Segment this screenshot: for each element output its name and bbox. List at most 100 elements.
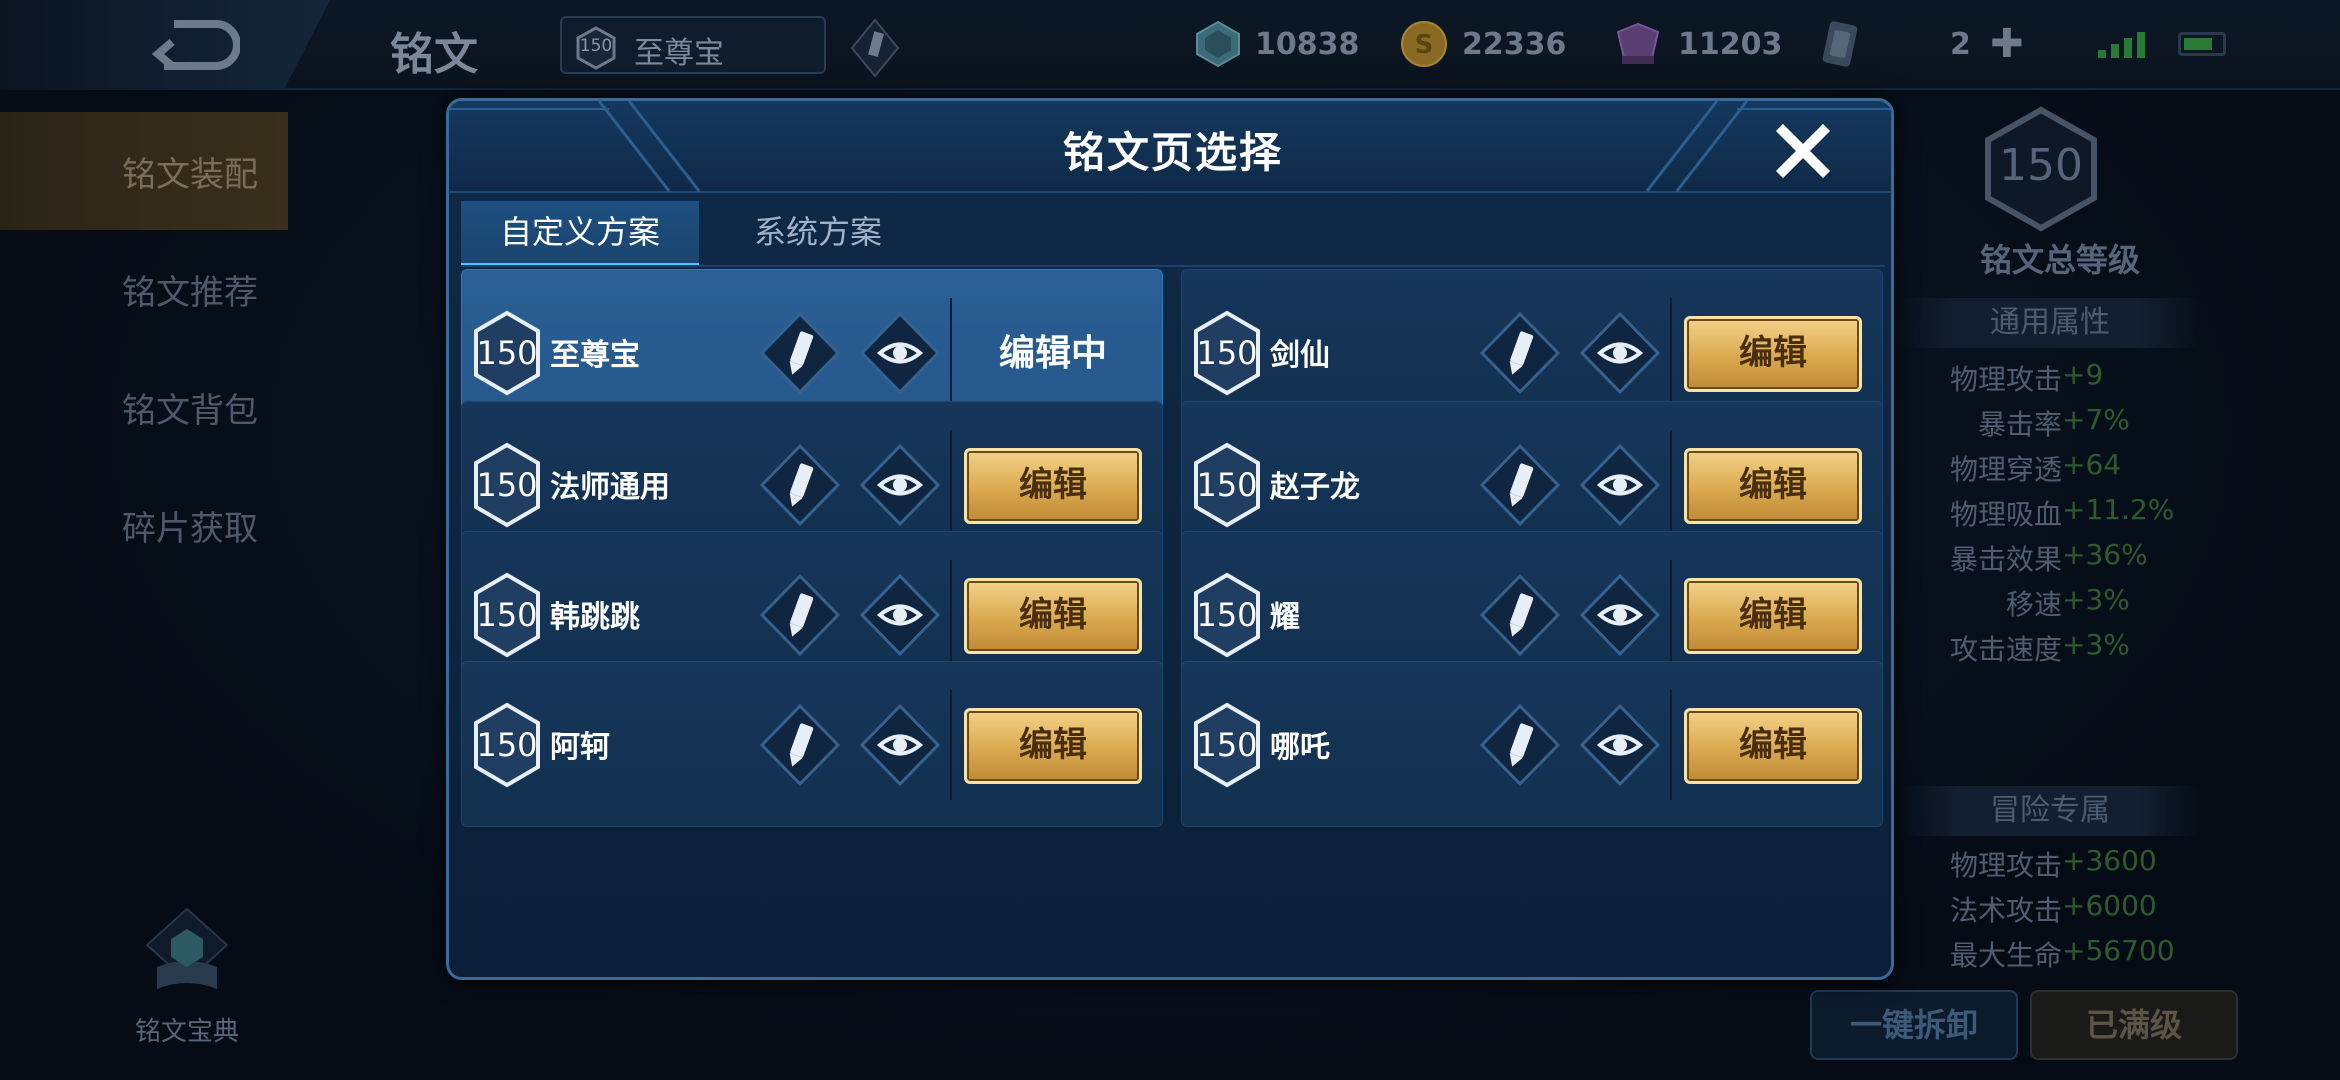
card-name: 法师通用 <box>550 470 670 505</box>
nav-item-backpack[interactable]: 铭文背包 <box>0 348 288 466</box>
gem-counter: 10838 <box>1195 20 1359 68</box>
crystal-counter: 11203 <box>1612 20 1782 68</box>
nav-item-label: 铭文背包 <box>122 390 258 431</box>
page-level: 150 <box>579 36 613 56</box>
nav-item-equip[interactable]: 铭文装配 <box>0 112 288 230</box>
card-name: 赵子龙 <box>1270 470 1360 505</box>
rename-pen-icon[interactable] <box>1478 442 1562 532</box>
attr-value: +3600 <box>2062 844 2157 877</box>
preview-eye-icon[interactable] <box>1578 442 1662 532</box>
card-divider <box>1670 298 1672 408</box>
level-hex-icon: 150 <box>1192 572 1262 662</box>
attr-value: +11.2% <box>2062 493 2175 526</box>
inscription-page-card[interactable]: 150 哪吒 编辑 <box>1181 661 1883 827</box>
rename-pen-icon[interactable] <box>1478 310 1562 400</box>
preview-eye-icon[interactable] <box>858 442 942 532</box>
dialog-header: 铭文页选择 <box>449 101 1891 193</box>
attr-value: +56700 <box>2062 934 2175 967</box>
card-name: 至尊宝 <box>550 338 640 373</box>
codex-button[interactable]: 铭文宝典 <box>135 905 239 1048</box>
svg-text:S: S <box>1415 30 1434 60</box>
add-plus-icon[interactable]: ✚ <box>1990 24 2024 64</box>
card-level: 150 <box>476 726 538 764</box>
dialog-title: 铭文页选择 <box>1062 128 1283 177</box>
rename-pen-icon[interactable] <box>1478 702 1562 792</box>
edit-button[interactable]: 编辑 <box>964 578 1142 654</box>
card-level: 150 <box>1196 466 1258 504</box>
attr-row: 移速 +3% <box>1890 583 2340 628</box>
edit-button[interactable]: 编辑 <box>1684 578 1862 654</box>
tab-custom-plans[interactable]: 自定义方案 <box>461 201 699 267</box>
general-attrs-heading: 通用属性 <box>1900 298 2200 348</box>
level-hex-icon: 150 <box>472 442 542 532</box>
level-hex-icon: 150 <box>472 702 542 792</box>
gem-icon <box>1196 20 1240 68</box>
inscription-screen: 铭文 150 至尊宝 10838 S 22336 11203 2 ✚ 铭文装配 … <box>0 0 2340 1080</box>
rename-pen-icon[interactable] <box>1478 572 1562 662</box>
attr-row: 最大生命 +56700 <box>1890 934 2340 979</box>
attr-row: 暴击效果 +36% <box>1890 538 2340 583</box>
attr-value: +36% <box>2062 538 2148 571</box>
card-divider <box>950 430 952 540</box>
card-name: 韩跳跳 <box>550 600 640 635</box>
attr-key: 最大生命 <box>1949 939 2062 972</box>
back-arrow-icon <box>151 20 240 70</box>
attr-key: 物理吸血 <box>1949 498 2062 531</box>
max-level-button[interactable]: 已满级 <box>2030 990 2238 1060</box>
rename-pen-icon[interactable] <box>758 442 842 532</box>
gold-value: 22336 <box>1462 26 1567 62</box>
attr-key: 攻击速度 <box>1949 633 2062 666</box>
inscription-page-card[interactable]: 150 阿轲 编辑 <box>461 661 1163 827</box>
attr-row: 物理穿透 +64 <box>1890 448 2340 493</box>
preview-eye-icon[interactable] <box>858 702 942 792</box>
preview-eye-icon[interactable] <box>1578 572 1662 662</box>
crystal-value: 11203 <box>1678 26 1783 62</box>
card-name: 耀 <box>1270 600 1300 635</box>
card-counter: 2 <box>1820 20 1971 68</box>
preview-eye-icon[interactable] <box>858 310 942 400</box>
preview-eye-icon[interactable] <box>1578 702 1662 792</box>
preview-eye-icon[interactable] <box>1578 310 1662 400</box>
preview-eye-icon[interactable] <box>858 572 942 662</box>
edit-button[interactable]: 编辑 <box>1684 448 1862 524</box>
edit-button[interactable]: 编辑 <box>964 448 1142 524</box>
close-icon[interactable] <box>1771 119 1835 183</box>
attr-key: 物理攻击 <box>1949 363 2062 396</box>
attr-key: 暴击率 <box>1977 408 2062 441</box>
card-divider <box>1670 560 1672 670</box>
top-bar: 铭文 150 至尊宝 10838 S 22336 11203 2 ✚ <box>0 0 2340 90</box>
card-level: 150 <box>1196 596 1258 634</box>
current-page-selector[interactable]: 150 至尊宝 <box>560 16 826 74</box>
card-divider <box>1670 690 1672 800</box>
tab-bar: 自定义方案 系统方案 <box>461 201 937 267</box>
attr-row: 暴击率 +7% <box>1890 403 2340 448</box>
tab-underline <box>461 265 1885 267</box>
rename-pen-icon[interactable] <box>758 572 842 662</box>
attr-row: 物理攻击 +3600 <box>1890 844 2340 889</box>
crystal-icon <box>1616 22 1660 64</box>
nav-item-fragments[interactable]: 碎片获取 <box>0 466 288 584</box>
edit-button[interactable]: 编辑 <box>1684 316 1862 392</box>
back-button[interactable] <box>0 0 330 90</box>
attr-row: 法术攻击 +6000 <box>1890 889 2340 934</box>
attr-value: +7% <box>2062 403 2130 436</box>
nav-item-recommend[interactable]: 铭文推荐 <box>0 230 288 348</box>
card-name: 剑仙 <box>1270 338 1330 373</box>
edit-button[interactable]: 编辑 <box>964 708 1142 784</box>
attr-key: 暴击效果 <box>1949 543 2062 576</box>
nav-item-label: 铭文装配 <box>122 154 258 195</box>
card-icon <box>1822 21 1858 67</box>
total-level-title: 铭文总等级 <box>1979 241 2140 279</box>
rename-pen-icon[interactable] <box>758 310 842 400</box>
edit-button[interactable]: 编辑 <box>1684 708 1862 784</box>
tab-system-plans[interactable]: 系统方案 <box>699 201 937 267</box>
right-stats-panel: 150 铭文总等级 通用属性 物理攻击 +9 暴击率 +7% 物理穿透 +64 物理吸… <box>1810 100 2340 1080</box>
dismantle-all-button[interactable]: 一键拆卸 <box>1810 990 2018 1060</box>
rename-pen-icon[interactable] <box>758 702 842 792</box>
edit-pen-icon[interactable] <box>850 18 900 78</box>
card-divider <box>950 690 952 800</box>
attr-value: +3% <box>2062 628 2130 661</box>
card-divider <box>950 560 952 670</box>
attr-value: +6000 <box>2062 889 2157 922</box>
card-level: 150 <box>476 596 538 634</box>
